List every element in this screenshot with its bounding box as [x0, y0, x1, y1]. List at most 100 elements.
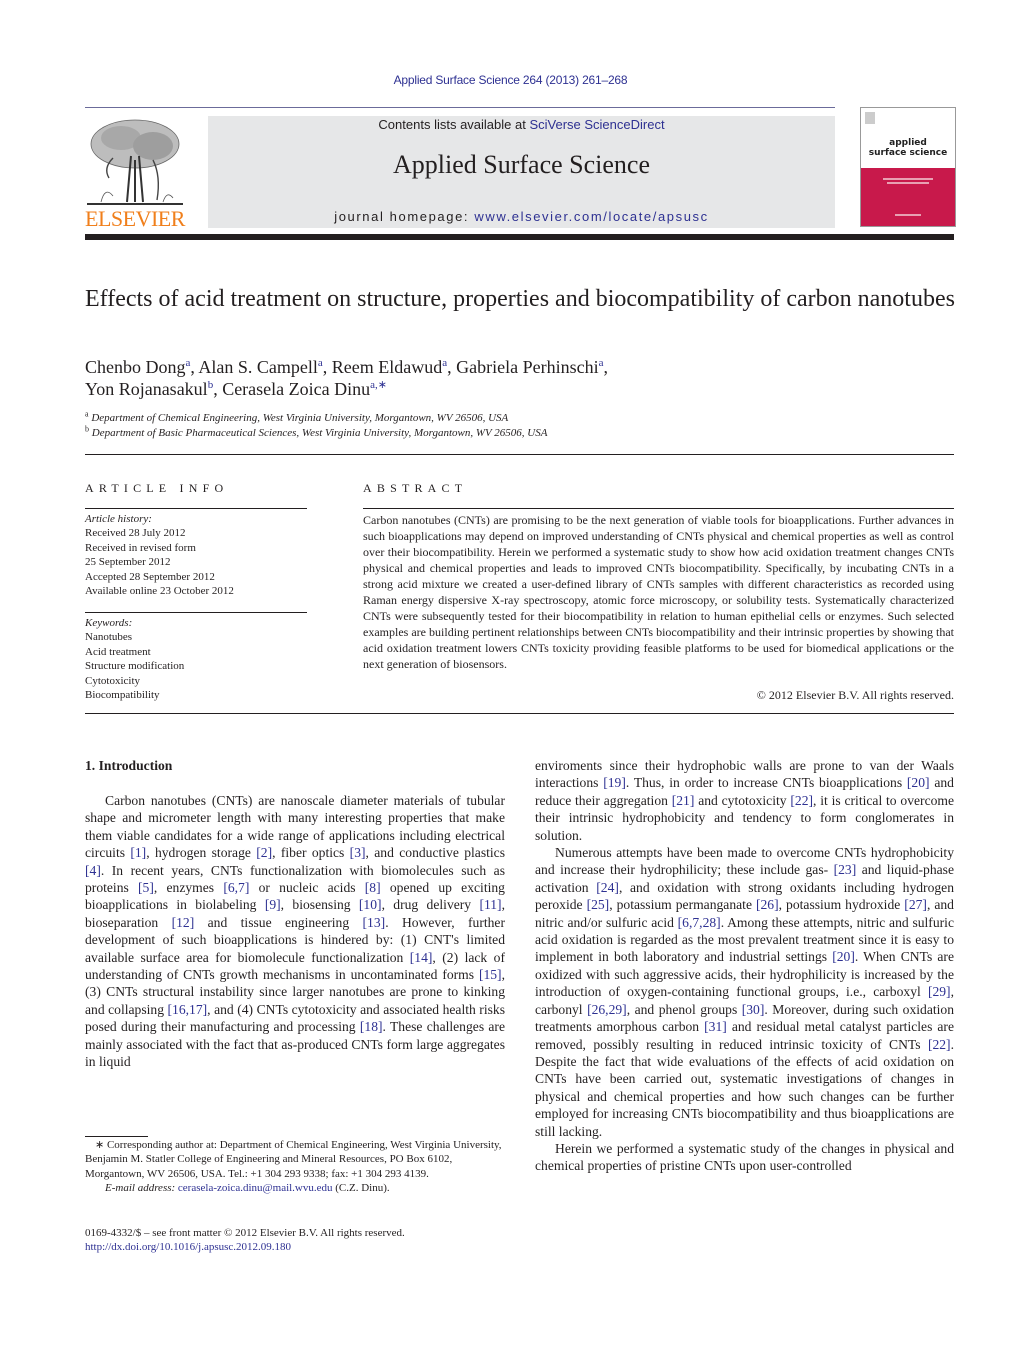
keyword: Acid treatment	[85, 645, 151, 658]
citation-link[interactable]: [6,7,28]	[678, 915, 721, 930]
journal-title: Applied Surface Science	[392, 150, 650, 179]
section-heading-introduction: 1. Introduction	[85, 758, 173, 773]
citation-link[interactable]: [14]	[410, 950, 433, 965]
citation-link[interactable]: [29]	[928, 984, 951, 999]
header-thick-rule	[85, 234, 954, 240]
author-separator: ,	[322, 357, 332, 377]
author-separator: ,	[447, 357, 457, 377]
front-matter: 0169-4332/$ – see front matter © 2012 El…	[85, 1226, 505, 1255]
citation-link[interactable]: [25]	[587, 897, 610, 912]
paragraph: Numerous attempts have been made to over…	[535, 844, 954, 1140]
citation-link[interactable]: [24]	[596, 880, 619, 895]
author-name[interactable]: Alan S. Campell	[198, 357, 318, 377]
citation-link[interactable]: [9]	[265, 897, 281, 912]
email-suffix: (C.Z. Dinu).	[332, 1182, 390, 1195]
article-title: Effects of acid treatment on structure, …	[85, 286, 955, 312]
cover-title: applied surface science	[861, 138, 955, 158]
abstract-copyright: © 2012 Elsevier B.V. All rights reserved…	[756, 688, 954, 702]
journal-citation[interactable]: Applied Surface Science 264 (2013) 261–2…	[0, 73, 1021, 87]
front-matter-text: 0169-4332/$ – see front matter © 2012 El…	[85, 1227, 405, 1239]
paragraph: Herein we performed a systematic study o…	[535, 1140, 954, 1175]
citation-link[interactable]: [13]	[363, 915, 386, 930]
body-text: , enzymes	[153, 880, 224, 896]
history-item: Available online 23 October 2012	[85, 585, 234, 598]
contents-prefix: Contents lists available at	[378, 117, 530, 132]
citation-link[interactable]: [20]	[907, 775, 930, 790]
body-column-left: Carbon nanotubes (CNTs) are nanoscale di…	[85, 792, 505, 1071]
keyword: Cytotoxicity	[85, 674, 140, 687]
citation-link[interactable]: [21]	[672, 793, 695, 808]
citation-link[interactable]: [27]	[904, 897, 927, 912]
body-text: , and conductive plastics	[365, 845, 505, 861]
journal-homepage-link[interactable]: www.elsevier.com/locate/apsusc	[474, 209, 708, 224]
citation-link[interactable]: [22]	[928, 1037, 951, 1052]
cover-subtitle-line	[883, 178, 933, 180]
body-text: , potassium permanganate	[609, 897, 756, 913]
cover-subtitle-line	[887, 182, 929, 184]
history-item: Accepted 28 September 2012	[85, 570, 215, 583]
history-item: 25 September 2012	[85, 556, 171, 569]
email-link[interactable]: cerasela-zoica.dinu@mail.wvu.edu	[178, 1182, 333, 1194]
citation-link[interactable]: [30]	[742, 1002, 765, 1017]
divider	[85, 713, 954, 714]
author-name[interactable]: Cerasela Zoica Dinu	[222, 379, 370, 399]
divider	[363, 508, 954, 509]
citation-link[interactable]: [11]	[479, 897, 501, 912]
citation-link[interactable]: [19]	[603, 775, 626, 790]
affiliation-text: Department of Chemical Engineering, West…	[88, 412, 509, 424]
divider	[85, 612, 307, 613]
keyword: Nanotubes	[85, 631, 133, 644]
citation-link[interactable]: [2]	[256, 845, 272, 860]
citation-link[interactable]: [18]	[360, 1019, 383, 1034]
affiliation-text: Department of Basic Pharmaceutical Scien…	[89, 427, 548, 439]
citation-link[interactable]: [23]	[834, 862, 857, 877]
author-name[interactable]: Yon Rojanasakul	[85, 379, 208, 399]
affiliation: a Department of Chemical Engineering, We…	[85, 410, 965, 426]
keyword: Structure modification	[85, 660, 185, 673]
citation-link[interactable]: [5]	[138, 880, 154, 895]
citation-link[interactable]: [16,17]	[168, 1002, 208, 1017]
body-text: or nucleic acids	[249, 880, 365, 896]
body-text: Herein we performed a systematic study o…	[535, 1140, 954, 1174]
citation-link[interactable]: [31]	[704, 1019, 727, 1034]
citation-link[interactable]: [20]	[832, 949, 855, 964]
body-text: . Thus, in order to increase CNTs bioapp…	[625, 775, 907, 791]
author-name[interactable]: Chenbo Dong	[85, 357, 186, 377]
paragraph: enviroments since their hydrophobic wall…	[535, 757, 954, 844]
citation-link[interactable]: [26]	[756, 897, 779, 912]
citation-link[interactable]: [12]	[172, 915, 195, 930]
body-text: , biosensing	[280, 897, 359, 913]
body-text: , potassium hydroxide	[778, 897, 905, 913]
keywords-label: Keywords:	[85, 617, 133, 629]
elsevier-wordmark: ELSEVIER	[85, 206, 185, 231]
body-text: , hydrogen storage	[146, 845, 257, 861]
citation-link[interactable]: [3]	[350, 845, 366, 860]
sciencedirect-link[interactable]: SciVerse ScienceDirect	[529, 117, 664, 132]
cover-title-line1: applied	[889, 138, 927, 148]
body-text: , drug delivery	[381, 897, 480, 913]
author-affiliation-mark[interactable]: a,∗	[370, 379, 387, 391]
journal-cover-image[interactable]: applied surface science	[860, 107, 956, 227]
citation-link[interactable]: [26,29]	[587, 1002, 627, 1017]
citation-link[interactable]: [8]	[365, 880, 381, 895]
citation-link[interactable]: [1]	[130, 845, 146, 860]
citation-link[interactable]: [15]	[479, 967, 502, 982]
history-item: Received in revised form	[85, 541, 196, 554]
citation-link[interactable]: [10]	[359, 897, 382, 912]
author-list: Chenbo Donga, Alan S. Campella, Reem Eld…	[85, 356, 965, 400]
keyword: Biocompatibility	[85, 689, 160, 702]
affiliation-list: a Department of Chemical Engineering, We…	[85, 410, 965, 441]
body-text: , and phenol groups	[626, 1001, 742, 1017]
author-name[interactable]: Reem Eldawud	[332, 357, 442, 377]
citation-link[interactable]: [4]	[85, 863, 101, 878]
cover-publisher-icon	[865, 112, 875, 124]
cover-title-line2: surface science	[868, 148, 948, 158]
corresponding-author-footnote: ∗ Corresponding author at: Department of…	[85, 1138, 505, 1196]
citation-link[interactable]: [6,7]	[223, 880, 249, 895]
corresponding-author-text: ∗ Corresponding author at: Department of…	[85, 1139, 502, 1180]
keywords: Keywords: Nanotubes Acid treatment Struc…	[85, 616, 184, 702]
author-name[interactable]: Gabriela Perhinschi	[456, 357, 598, 377]
email-label: E-mail address:	[105, 1182, 178, 1195]
citation-link[interactable]: [22]	[790, 793, 813, 808]
doi-link[interactable]: http://dx.doi.org/10.1016/j.apsusc.2012.…	[85, 1241, 291, 1253]
